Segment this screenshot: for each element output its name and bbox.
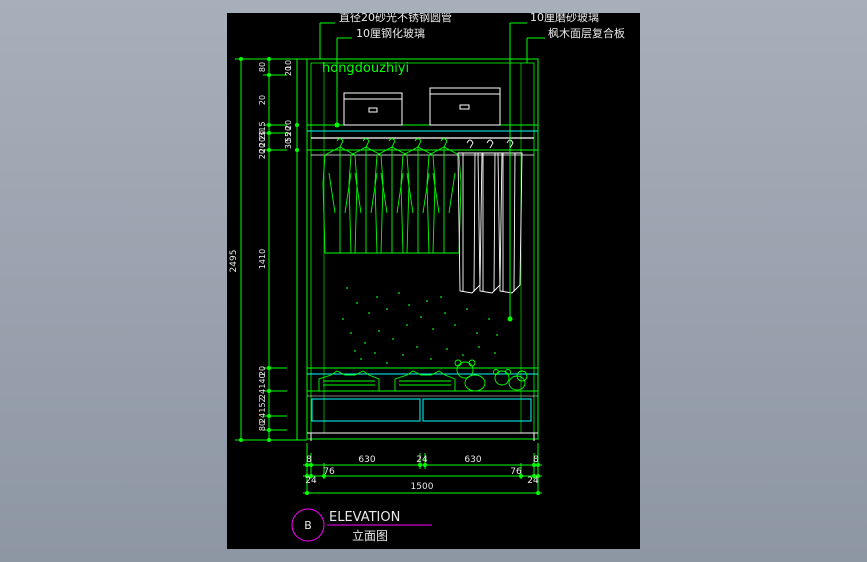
- dimension-label: 76: [323, 467, 335, 477]
- dimension-label: 76: [510, 467, 522, 477]
- glass-speckle: [386, 362, 388, 364]
- glass-speckle: [494, 352, 496, 354]
- dimension-label: 140: [258, 373, 267, 388]
- drawing-sheet: 2495 80 20 315 20 20 20 20 1410 20 140 24 152 24 80 1…: [227, 13, 640, 549]
- glass-speckle: [342, 318, 344, 320]
- glass-speckle: [416, 346, 418, 348]
- dimension-label: 20: [258, 95, 267, 105]
- title-main: ELEVATION: [329, 510, 400, 525]
- jacket: [348, 138, 384, 254]
- wardrobe-legs: [307, 432, 538, 441]
- glass-speckle: [440, 296, 442, 298]
- dimension-label: 24: [416, 455, 428, 465]
- dimension-label: 20: [284, 66, 293, 76]
- glass-speckle: [376, 296, 378, 298]
- elevation-drawing: 2495 802031520202020141020140241522480 1…: [229, 13, 625, 543]
- dimension-label: 80: [258, 62, 267, 72]
- hanging-jackets: [322, 138, 462, 254]
- storage-box-right: [429, 87, 501, 126]
- glass-speckle: [478, 346, 480, 348]
- jacket: [400, 138, 436, 254]
- drawers: [311, 398, 532, 422]
- glass-speckle: [488, 318, 490, 320]
- jacket: [374, 138, 410, 254]
- title-badge: B: [304, 519, 312, 532]
- dimension-label: 630: [358, 455, 375, 465]
- left-dimension-chain: [235, 58, 307, 441]
- dimension-label: 20: [258, 149, 267, 159]
- jacket: [322, 138, 358, 254]
- glass-speckle: [392, 338, 394, 340]
- glass-speckle: [476, 332, 478, 334]
- glass-speckle: [386, 308, 388, 310]
- dimension-label: 1410: [258, 249, 267, 269]
- glass-speckle: [496, 334, 498, 336]
- dimension-label: 24: [527, 476, 539, 486]
- glass-speckle: [354, 350, 356, 352]
- hanging-trousers: [457, 139, 523, 294]
- dim-overall-width: 1500: [411, 482, 434, 492]
- glass-speckle: [420, 316, 422, 318]
- dimension-label: 8: [306, 455, 312, 465]
- jacket: [426, 138, 462, 254]
- glass-speckle: [402, 354, 404, 356]
- glass-marker: [507, 316, 513, 322]
- toy-bears: [454, 359, 528, 392]
- right-dimension-labels: 102020205530: [284, 60, 293, 149]
- dimension-label: 30: [284, 139, 293, 149]
- glass-speckle: [374, 352, 376, 354]
- title-sub: 立面图: [352, 528, 388, 543]
- left-dimension-labels: 802031520202020141020140241522480: [258, 62, 267, 431]
- dimension-label: 24: [305, 476, 317, 486]
- glass-speckle: [356, 302, 358, 304]
- annotation-pipe: 直径20砂光不锈钢圆管: [339, 13, 452, 24]
- glass-speckle: [426, 300, 428, 302]
- glass-speckle: [360, 358, 362, 360]
- glass-speckle: [398, 292, 400, 294]
- glass-speckle: [350, 332, 352, 334]
- glass-speckle: [432, 328, 434, 330]
- glass-speckle: [408, 304, 410, 306]
- glass-speckle: [406, 324, 408, 326]
- glass-speckle: [378, 330, 380, 332]
- glass-speckle: [364, 342, 366, 344]
- glass-speckle: [430, 358, 432, 360]
- glass-speckle: [454, 324, 456, 326]
- annotation-tempered-glass: 10厘钢化玻璃: [356, 26, 425, 40]
- dimension-label: 80: [258, 421, 267, 431]
- dim-total-height: 2495: [229, 250, 239, 273]
- glass-speckle: [444, 312, 446, 314]
- dimension-label: 630: [464, 455, 481, 465]
- glass-speckle: [368, 312, 370, 314]
- glass-speckle: [462, 354, 464, 356]
- annotation-frosted-glass: 10厘磨砂玻璃: [530, 13, 599, 24]
- dimension-label: 152: [258, 397, 267, 412]
- frosted-glass-pattern: [342, 287, 498, 364]
- storage-box-left: [343, 92, 403, 126]
- dimension-label: 8: [533, 455, 539, 465]
- watermark-text: hongdouzhiyi: [322, 61, 409, 76]
- glass-speckle: [346, 287, 348, 289]
- annotation-maple-board: 枫木面层复合板: [548, 26, 625, 40]
- glass-speckle: [446, 348, 448, 350]
- glass-speckle: [466, 308, 468, 310]
